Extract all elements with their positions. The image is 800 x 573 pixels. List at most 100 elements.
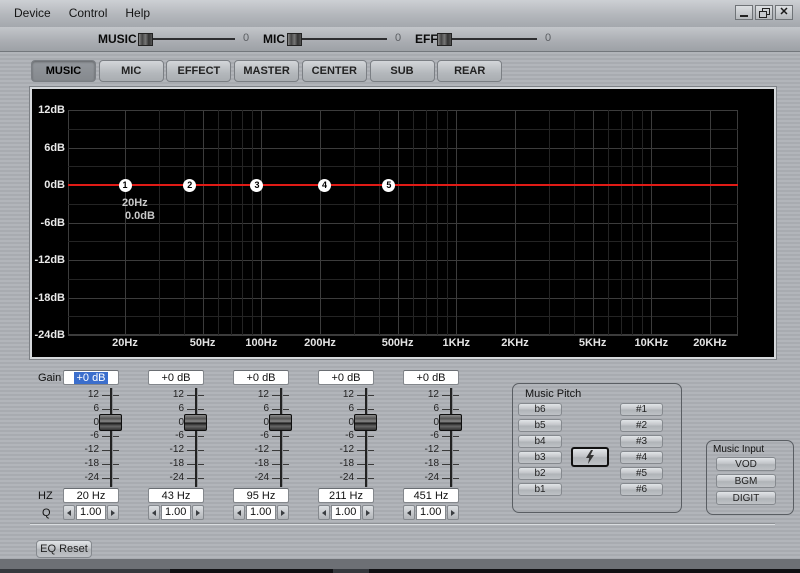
left-arrow-icon xyxy=(322,510,326,516)
eff-slider-track[interactable] xyxy=(437,38,537,40)
pitch-natural-button[interactable] xyxy=(571,447,609,467)
band-scale-label: -24 xyxy=(49,473,99,483)
grid-line xyxy=(68,241,738,242)
db-axis-label: 0dB xyxy=(32,179,65,191)
divider xyxy=(30,524,775,525)
close-button[interactable]: ✕ xyxy=(775,5,793,20)
pitch-sharp-3-button[interactable]: #3 xyxy=(620,435,663,448)
band-3-q-value[interactable]: 1.00 xyxy=(246,505,276,520)
mic-slider-handle[interactable] xyxy=(287,33,302,46)
q-increment-button[interactable] xyxy=(192,505,204,520)
grid-line xyxy=(68,223,738,224)
band-scale-label: 0 xyxy=(49,418,99,428)
eq-point-3[interactable]: 3 xyxy=(250,179,263,192)
pitch-sharp-1-button[interactable]: #1 xyxy=(620,403,663,416)
band-5-gain-input[interactable]: +0 dB xyxy=(403,370,459,385)
restore-button[interactable] xyxy=(755,5,773,20)
pitch-sharp-4-button[interactable]: #4 xyxy=(620,451,663,464)
eq-point-4[interactable]: 4 xyxy=(318,179,331,192)
band-1-q-value[interactable]: 1.00 xyxy=(76,505,106,520)
band-5-freq-input[interactable]: 451 Hz xyxy=(403,488,459,503)
right-arrow-icon xyxy=(111,510,115,516)
desktop-strip-segment xyxy=(0,569,170,573)
eq-point-2[interactable]: 2 xyxy=(183,179,196,192)
pitch-flat-b2-button[interactable]: b2 xyxy=(518,467,562,480)
pitch-sharp-2-button[interactable]: #2 xyxy=(620,419,663,432)
band-scale-label: 6 xyxy=(49,404,99,414)
menu-help[interactable]: Help xyxy=(125,0,150,26)
q-decrement-button[interactable] xyxy=(148,505,160,520)
tab-music[interactable]: MUSIC xyxy=(31,60,96,82)
band-4-q-spinner: 1.00 xyxy=(318,505,374,520)
tab-mic[interactable]: MIC xyxy=(99,60,164,82)
q-decrement-button[interactable] xyxy=(318,505,330,520)
band-1-gain-input[interactable]: +0 dB xyxy=(63,370,119,385)
music-input-bgm-button[interactable]: BGM xyxy=(716,474,776,488)
menu-control[interactable]: Control xyxy=(69,0,108,26)
mic-slider-track[interactable] xyxy=(287,38,387,40)
menu-device[interactable]: Device xyxy=(14,0,51,26)
minimize-button[interactable] xyxy=(735,5,753,20)
band-2-slider-track[interactable] xyxy=(195,388,197,487)
eff-slider-handle[interactable] xyxy=(437,33,452,46)
eq-point-5[interactable]: 5 xyxy=(382,179,395,192)
q-decrement-button[interactable] xyxy=(63,505,75,520)
pitch-flat-b3-button[interactable]: b3 xyxy=(518,451,562,464)
tab-rear[interactable]: REAR xyxy=(437,60,502,82)
band-5-slider-track[interactable] xyxy=(450,388,452,487)
band-2-gain-input[interactable]: +0 dB xyxy=(148,370,204,385)
band-1-slider-track[interactable] xyxy=(110,388,112,487)
band-4-q-value[interactable]: 1.00 xyxy=(331,505,361,520)
music-slider-handle[interactable] xyxy=(138,33,153,46)
pitch-sharp-6-button[interactable]: #6 xyxy=(620,483,663,496)
grid-line xyxy=(68,129,738,130)
band-3-q-spinner: 1.00 xyxy=(233,505,289,520)
music-slider[interactable] xyxy=(138,33,235,46)
band-1-q-spinner: 1.00 xyxy=(63,505,119,520)
pitch-flat-b1-button[interactable]: b1 xyxy=(518,483,562,496)
music-pitch-title: Music Pitch xyxy=(525,388,581,400)
q-decrement-button[interactable] xyxy=(403,505,415,520)
tab-master[interactable]: MASTER xyxy=(234,60,299,82)
band-5-slider-handle[interactable] xyxy=(439,414,462,431)
q-increment-button[interactable] xyxy=(107,505,119,520)
band-3-slider-track[interactable] xyxy=(280,388,282,487)
band-4-freq-input[interactable]: 211 Hz xyxy=(318,488,374,503)
eq-reset-button[interactable]: EQ Reset xyxy=(36,540,92,558)
tab-effect[interactable]: EFFECT xyxy=(166,60,231,82)
grid-line xyxy=(379,110,380,335)
tab-center[interactable]: CENTER xyxy=(302,60,367,82)
pitch-flat-b5-button[interactable]: b5 xyxy=(518,419,562,432)
q-increment-button[interactable] xyxy=(447,505,459,520)
band-scale-label: -12 xyxy=(219,445,269,455)
mic-slider[interactable] xyxy=(287,33,387,46)
q-decrement-button[interactable] xyxy=(233,505,245,520)
music-input-vod-button[interactable]: VOD xyxy=(716,457,776,471)
q-increment-button[interactable] xyxy=(277,505,289,520)
band-2-q-value[interactable]: 1.00 xyxy=(161,505,191,520)
band-3-slider-handle[interactable] xyxy=(269,414,292,431)
band-2-slider-handle[interactable] xyxy=(184,414,207,431)
band-3-freq-input[interactable]: 95 Hz xyxy=(233,488,289,503)
grid-line xyxy=(354,110,355,335)
eq-point-1[interactable]: 1 xyxy=(119,179,132,192)
band-1-freq-input[interactable]: 20 Hz xyxy=(63,488,119,503)
tab-sub[interactable]: SUB xyxy=(370,60,435,82)
band-2-freq-input[interactable]: 43 Hz xyxy=(148,488,204,503)
band-3-gain-input[interactable]: +0 dB xyxy=(233,370,289,385)
pitch-flat-b4-button[interactable]: b4 xyxy=(518,435,562,448)
band-5-q-value[interactable]: 1.00 xyxy=(416,505,446,520)
band-4-slider-handle[interactable] xyxy=(354,414,377,431)
music-input-digit-button[interactable]: DIGIT xyxy=(716,491,776,505)
grid-line xyxy=(320,110,321,335)
pitch-flat-b6-button[interactable]: b6 xyxy=(518,403,562,416)
band-scale-label: 12 xyxy=(304,390,354,400)
band-4-gain-input[interactable]: +0 dB xyxy=(318,370,374,385)
pitch-sharp-5-button[interactable]: #5 xyxy=(620,467,663,480)
q-increment-button[interactable] xyxy=(362,505,374,520)
freq-axis-label: 20KHz xyxy=(693,337,727,349)
band-4-slider-track[interactable] xyxy=(365,388,367,487)
eff-slider-value: 0 xyxy=(545,32,551,44)
band-1-slider-handle[interactable] xyxy=(99,414,122,431)
eff-slider[interactable] xyxy=(437,33,537,46)
